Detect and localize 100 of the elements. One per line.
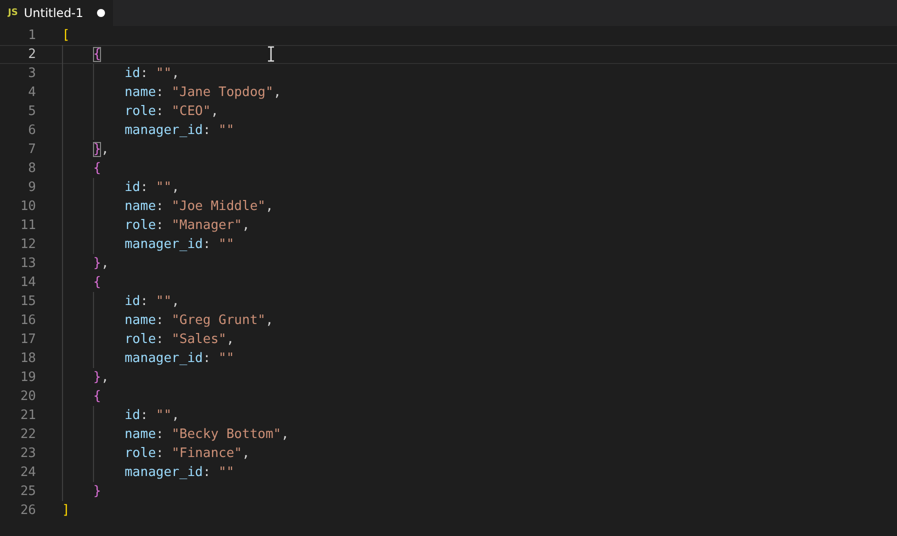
bracket: { bbox=[93, 161, 102, 176]
property-key: id bbox=[124, 66, 140, 81]
punctuation: , bbox=[101, 142, 109, 157]
punctuation: : bbox=[156, 104, 165, 119]
punctuation: : bbox=[202, 123, 212, 138]
punctuation: : bbox=[156, 199, 165, 214]
string-literal: "Finance" bbox=[172, 446, 242, 461]
line-number: 16 bbox=[19, 313, 36, 328]
property-key: manager_id bbox=[124, 465, 203, 480]
punctuation: : bbox=[156, 332, 165, 347]
string-literal: "" bbox=[218, 465, 234, 480]
line-number: 25 bbox=[19, 484, 36, 499]
line-number: 15 bbox=[19, 294, 36, 309]
punctuation: : bbox=[156, 85, 165, 100]
punctuation: , bbox=[226, 332, 234, 347]
punctuation: : bbox=[202, 237, 212, 252]
line-number: 13 bbox=[19, 256, 36, 271]
punctuation: , bbox=[172, 408, 180, 423]
line-number: 9 bbox=[27, 180, 36, 195]
bracket: { bbox=[93, 47, 102, 62]
property-key: role bbox=[124, 446, 156, 461]
string-literal: "CEO" bbox=[172, 104, 211, 119]
string-literal: "" bbox=[156, 294, 172, 309]
property-key: name bbox=[124, 199, 156, 214]
string-literal: "Sales" bbox=[172, 332, 226, 347]
line-number: 19 bbox=[19, 370, 36, 385]
line-number: 2 bbox=[27, 47, 36, 62]
property-key: id bbox=[124, 180, 140, 195]
line-number: 5 bbox=[27, 104, 36, 119]
punctuation: , bbox=[242, 446, 250, 461]
line-number: 4 bbox=[27, 85, 36, 100]
line-number: 6 bbox=[27, 123, 36, 138]
punctuation: , bbox=[265, 199, 274, 214]
punctuation: , bbox=[172, 66, 180, 81]
property-key: role bbox=[124, 332, 156, 347]
js-file-icon: JS bbox=[8, 8, 18, 18]
punctuation: : bbox=[156, 446, 165, 461]
unsaved-dot-icon[interactable] bbox=[97, 9, 106, 17]
punctuation: : bbox=[156, 313, 165, 328]
line-number: 8 bbox=[27, 161, 36, 176]
string-literal: "Manager" bbox=[172, 218, 242, 233]
punctuation: , bbox=[273, 85, 282, 100]
property-key: manager_id bbox=[124, 237, 203, 252]
string-literal: "" bbox=[218, 351, 234, 366]
string-literal: "" bbox=[156, 408, 172, 423]
punctuation: : bbox=[140, 66, 150, 81]
line-number: 7 bbox=[27, 142, 36, 157]
string-literal: "Jane Topdog" bbox=[172, 85, 274, 100]
punctuation: : bbox=[140, 180, 150, 195]
editor-tab[interactable]: JS Untitled-1 bbox=[0, 0, 114, 26]
bracket: ] bbox=[62, 503, 70, 518]
line-number: 24 bbox=[19, 465, 36, 480]
punctuation: , bbox=[242, 218, 250, 233]
string-literal: "" bbox=[218, 237, 234, 252]
property-key: id bbox=[124, 294, 140, 309]
tab-title: Untitled-1 bbox=[24, 6, 84, 20]
string-literal: "Joe Middle" bbox=[172, 199, 266, 214]
line-number: 20 bbox=[19, 389, 36, 404]
property-key: name bbox=[124, 313, 156, 328]
line-number: 17 bbox=[19, 332, 36, 347]
punctuation: : bbox=[202, 351, 212, 366]
bracket: } bbox=[93, 142, 102, 157]
punctuation: : bbox=[156, 218, 165, 233]
string-literal: "Becky Bottom" bbox=[172, 427, 282, 442]
string-literal: "" bbox=[156, 66, 172, 81]
punctuation: , bbox=[172, 294, 180, 309]
punctuation: : bbox=[140, 408, 150, 423]
line-number: 1 bbox=[27, 28, 36, 43]
line-number: 12 bbox=[19, 237, 36, 252]
punctuation: : bbox=[156, 427, 165, 442]
string-literal: "Greg Grunt" bbox=[172, 313, 266, 328]
line-number: 23 bbox=[19, 446, 36, 461]
bracket: { bbox=[93, 275, 102, 290]
property-key: role bbox=[124, 104, 156, 119]
bracket: } bbox=[93, 370, 102, 385]
punctuation: , bbox=[101, 256, 109, 271]
property-key: id bbox=[124, 408, 140, 423]
punctuation: , bbox=[210, 104, 219, 119]
line-number: 21 bbox=[19, 408, 36, 423]
bracket: [ bbox=[62, 28, 70, 43]
property-key: manager_id bbox=[124, 351, 203, 366]
property-key: name bbox=[124, 427, 156, 442]
line-number: 10 bbox=[19, 199, 36, 214]
property-key: role bbox=[124, 218, 156, 233]
line-number: 22 bbox=[19, 427, 36, 442]
punctuation: , bbox=[281, 427, 289, 442]
punctuation: : bbox=[202, 465, 212, 480]
punctuation: : bbox=[140, 294, 150, 309]
line-number: 3 bbox=[27, 66, 36, 81]
string-literal: "" bbox=[218, 123, 234, 138]
string-literal: "" bbox=[156, 180, 172, 195]
line-number: 26 bbox=[19, 503, 36, 518]
line-number: 14 bbox=[19, 275, 36, 290]
bracket: { bbox=[93, 389, 102, 404]
property-key: name bbox=[124, 85, 156, 100]
property-key: manager_id bbox=[124, 123, 203, 138]
line-number: 11 bbox=[19, 218, 36, 233]
bracket: } bbox=[93, 256, 102, 271]
punctuation: , bbox=[101, 370, 109, 385]
bracket: } bbox=[93, 484, 102, 499]
